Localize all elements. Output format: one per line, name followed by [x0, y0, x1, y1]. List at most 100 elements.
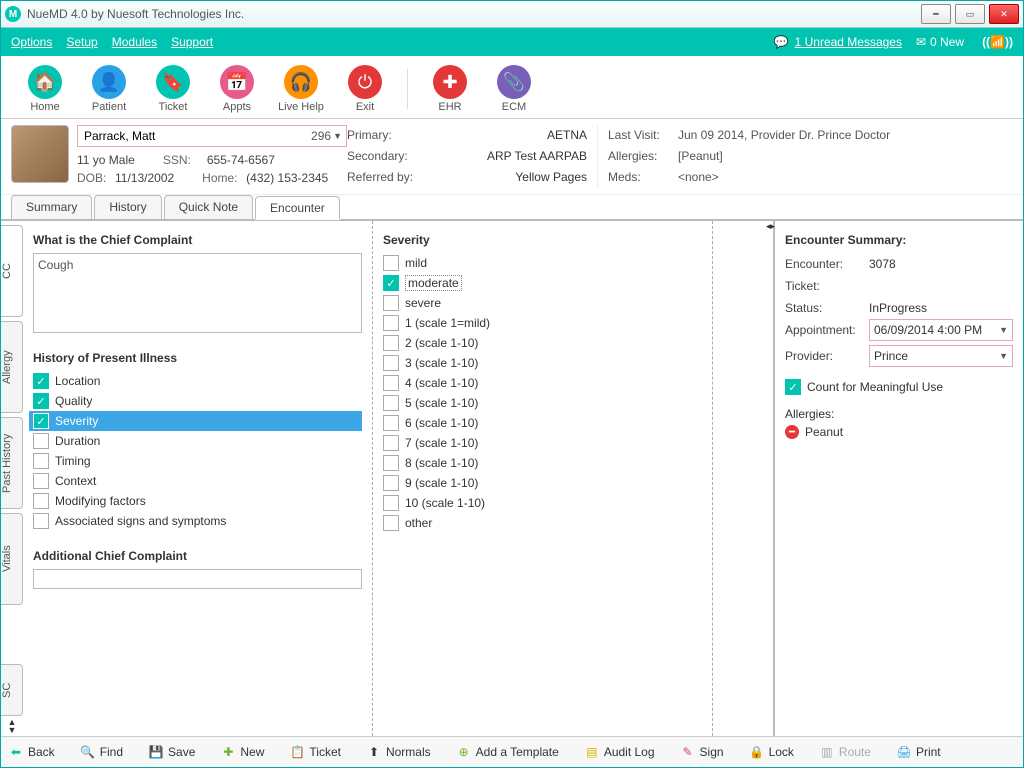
menu-support[interactable]: Support	[171, 35, 213, 49]
close-button[interactable]: ✕	[989, 4, 1019, 24]
sidetab-pasthistory[interactable]: Past History	[1, 417, 23, 509]
hpi-item[interactable]: ✓Location	[33, 371, 362, 391]
print-button[interactable]: 🖨Print	[897, 745, 941, 759]
severity-item[interactable]: severe	[383, 293, 702, 313]
ehr-button[interactable]: ✚EHR	[418, 65, 482, 113]
footer-toolbar: ⬅Back 🔍Find 💾Save ✚New 📋Ticket ⬆Normals …	[1, 736, 1023, 767]
patient-age-sex: 11 yo Male	[77, 151, 135, 169]
severity-item[interactable]: 7 (scale 1-10)	[383, 433, 702, 453]
home-button[interactable]: 🏠Home	[13, 65, 77, 113]
patient-icon: 👤	[92, 65, 126, 99]
checkbox-icon: ✓	[33, 393, 49, 409]
home-label: Home:	[202, 169, 246, 187]
chief-heading: What is the Chief Complaint	[33, 233, 362, 247]
side-tabs: CC Allergy Past History Vitals SC ▲▼	[1, 221, 23, 736]
sidetab-vitals[interactable]: Vitals	[1, 513, 23, 605]
severity-item[interactable]: 6 (scale 1-10)	[383, 413, 702, 433]
addl-complaint-input[interactable]	[33, 569, 362, 589]
ticket-button[interactable]: 🔖Ticket	[141, 65, 205, 113]
maximize-button[interactable]: ▭	[955, 4, 985, 24]
new-messages[interactable]: 0 New	[930, 35, 964, 49]
checkbox-icon	[383, 515, 399, 531]
ecm-button[interactable]: 📎ECM	[482, 65, 546, 113]
menu-setup[interactable]: Setup	[66, 35, 97, 49]
new-message-icon: ✉	[916, 35, 926, 49]
primary-value: AETNA	[437, 125, 587, 146]
sidetab-cc[interactable]: CC	[1, 225, 23, 317]
hpi-list: ✓Location✓Quality✓SeverityDurationTiming…	[33, 371, 362, 531]
minimize-button[interactable]: ━	[921, 4, 951, 24]
plus-circle-icon: ⊕	[457, 745, 471, 759]
provider-select[interactable]: Prince▼	[869, 345, 1013, 367]
severity-item[interactable]: mild	[383, 253, 702, 273]
encounter-value: 3078	[869, 253, 896, 275]
normals-button[interactable]: ⬆Normals	[367, 745, 431, 759]
hpi-item[interactable]: ✓Severity	[29, 411, 362, 431]
menu-modules[interactable]: Modules	[112, 35, 157, 49]
patient-button[interactable]: 👤Patient	[77, 65, 141, 113]
provider-label: Provider:	[785, 345, 869, 367]
checkbox-icon	[383, 435, 399, 451]
tab-encounter[interactable]: Encounter	[255, 196, 340, 220]
add-template-button[interactable]: ⊕Add a Template	[457, 745, 559, 759]
status-value: InProgress	[869, 297, 927, 319]
severity-item[interactable]: 10 (scale 1-10)	[383, 493, 702, 513]
checkbox-icon	[33, 493, 49, 509]
lock-button[interactable]: 🔒Lock	[750, 745, 794, 759]
find-button[interactable]: 🔍Find	[81, 745, 123, 759]
avatar[interactable]	[11, 125, 69, 183]
chief-complaint-text[interactable]: Cough	[33, 253, 362, 333]
checkbox-icon: ✓	[33, 413, 49, 429]
sidetab-scroll[interactable]: ▲▼	[1, 716, 23, 736]
tab-quicknote[interactable]: Quick Note	[164, 195, 253, 219]
severity-item[interactable]: 2 (scale 1-10)	[383, 333, 702, 353]
splitter[interactable]	[713, 221, 775, 736]
hpi-item[interactable]: Context	[33, 471, 362, 491]
severity-heading: Severity	[383, 233, 702, 247]
sign-button[interactable]: ✎Sign	[681, 745, 724, 759]
hpi-item[interactable]: Timing	[33, 451, 362, 471]
hpi-item[interactable]: Duration	[33, 431, 362, 451]
hpi-item-label: Context	[55, 474, 96, 488]
hpi-item[interactable]: Modifying factors	[33, 491, 362, 511]
severity-item[interactable]: 1 (scale 1=mild)	[383, 313, 702, 333]
route-icon: ▥	[820, 745, 834, 759]
meds-value: <none>	[678, 167, 719, 188]
ticket-button-footer[interactable]: 📋Ticket	[290, 745, 341, 759]
dob-label: DOB:	[77, 169, 115, 187]
appts-button[interactable]: 📅Appts	[205, 65, 269, 113]
tab-summary[interactable]: Summary	[11, 195, 92, 219]
sidetab-sc[interactable]: SC	[1, 664, 23, 716]
tab-history[interactable]: History	[94, 195, 161, 219]
hpi-item[interactable]: Associated signs and symptoms	[33, 511, 362, 531]
secondary-label: Secondary:	[347, 146, 437, 167]
back-button[interactable]: ⬅Back	[9, 745, 55, 759]
window-title: NueMD 4.0 by Nuesoft Technologies Inc.	[27, 7, 917, 21]
unread-messages[interactable]: 1 Unread Messages	[795, 35, 902, 49]
sidetab-allergy[interactable]: Allergy	[1, 321, 23, 413]
menu-options[interactable]: Options	[11, 35, 52, 49]
severity-item[interactable]: 9 (scale 1-10)	[383, 473, 702, 493]
sync-icon[interactable]: ((📶))	[982, 35, 1013, 49]
checkbox-icon	[383, 455, 399, 471]
calendar-icon: 📅	[220, 65, 254, 99]
severity-item[interactable]: 3 (scale 1-10)	[383, 353, 702, 373]
meaningful-use-checkbox[interactable]: ✓Count for Meaningful Use	[785, 377, 1013, 397]
divider	[407, 69, 408, 109]
hpi-item-label: Duration	[55, 434, 100, 448]
audit-log-button[interactable]: ▤Audit Log	[585, 745, 655, 759]
severity-item[interactable]: ✓moderate	[383, 273, 702, 293]
exit-button[interactable]: ⏻Exit	[333, 65, 397, 113]
hpi-item[interactable]: ✓Quality	[33, 391, 362, 411]
patient-selector[interactable]: 296 ▼	[77, 125, 347, 147]
log-icon: ▤	[585, 745, 599, 759]
severity-item[interactable]: 8 (scale 1-10)	[383, 453, 702, 473]
livehelp-button[interactable]: 🎧Live Help	[269, 65, 333, 113]
severity-item[interactable]: other	[383, 513, 702, 533]
new-button[interactable]: ✚New	[221, 745, 264, 759]
save-button[interactable]: 💾Save	[149, 745, 195, 759]
appointment-select[interactable]: 06/09/2014 4:00 PM▼	[869, 319, 1013, 341]
patient-name-input[interactable]	[82, 128, 311, 144]
severity-item[interactable]: 4 (scale 1-10)	[383, 373, 702, 393]
severity-item[interactable]: 5 (scale 1-10)	[383, 393, 702, 413]
